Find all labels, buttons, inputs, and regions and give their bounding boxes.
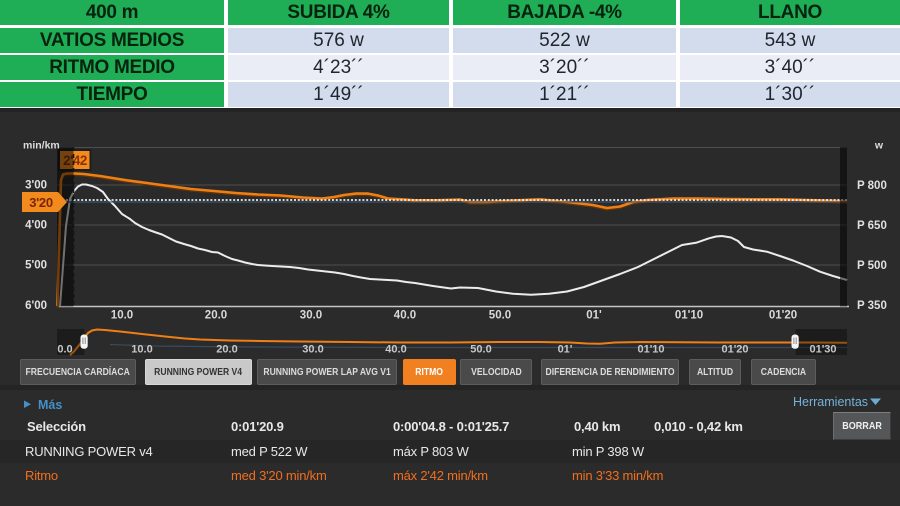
svg-text:10.0: 10.0 xyxy=(131,344,152,356)
svg-text:20.0: 20.0 xyxy=(216,344,237,356)
svg-text:40.0: 40.0 xyxy=(385,344,406,356)
svg-text:P 500: P 500 xyxy=(857,260,887,272)
svg-text:01'10: 01'10 xyxy=(675,310,703,322)
svg-text:w: w xyxy=(874,140,884,152)
svg-text:50.0: 50.0 xyxy=(470,344,491,356)
svg-text:01': 01' xyxy=(586,310,602,322)
svg-text:min/km: min/km xyxy=(23,140,60,152)
svg-text:0.0: 0.0 xyxy=(57,344,72,356)
svg-text:50.0: 50.0 xyxy=(489,310,511,322)
svg-text:P 650: P 650 xyxy=(857,220,887,232)
svg-text:01'10: 01'10 xyxy=(637,344,664,356)
svg-text:P 800: P 800 xyxy=(857,180,887,192)
svg-text:01'20: 01'20 xyxy=(721,344,748,356)
svg-text:3'00: 3'00 xyxy=(25,180,47,192)
svg-text:6'00: 6'00 xyxy=(25,300,47,312)
svg-text:3'20: 3'20 xyxy=(29,195,53,210)
svg-text:P 350: P 350 xyxy=(857,300,887,312)
svg-text:01'30: 01'30 xyxy=(809,344,836,356)
svg-text:40.0: 40.0 xyxy=(394,310,416,322)
svg-text:30.0: 30.0 xyxy=(302,344,323,356)
svg-text:5'00: 5'00 xyxy=(25,260,47,272)
svg-text:4'00: 4'00 xyxy=(25,220,47,232)
svg-text:30.0: 30.0 xyxy=(300,310,322,322)
svg-text:01'20: 01'20 xyxy=(769,310,797,322)
svg-text:01': 01' xyxy=(558,344,573,356)
svg-text:10.0: 10.0 xyxy=(111,310,133,322)
svg-text:20.0: 20.0 xyxy=(205,310,227,322)
